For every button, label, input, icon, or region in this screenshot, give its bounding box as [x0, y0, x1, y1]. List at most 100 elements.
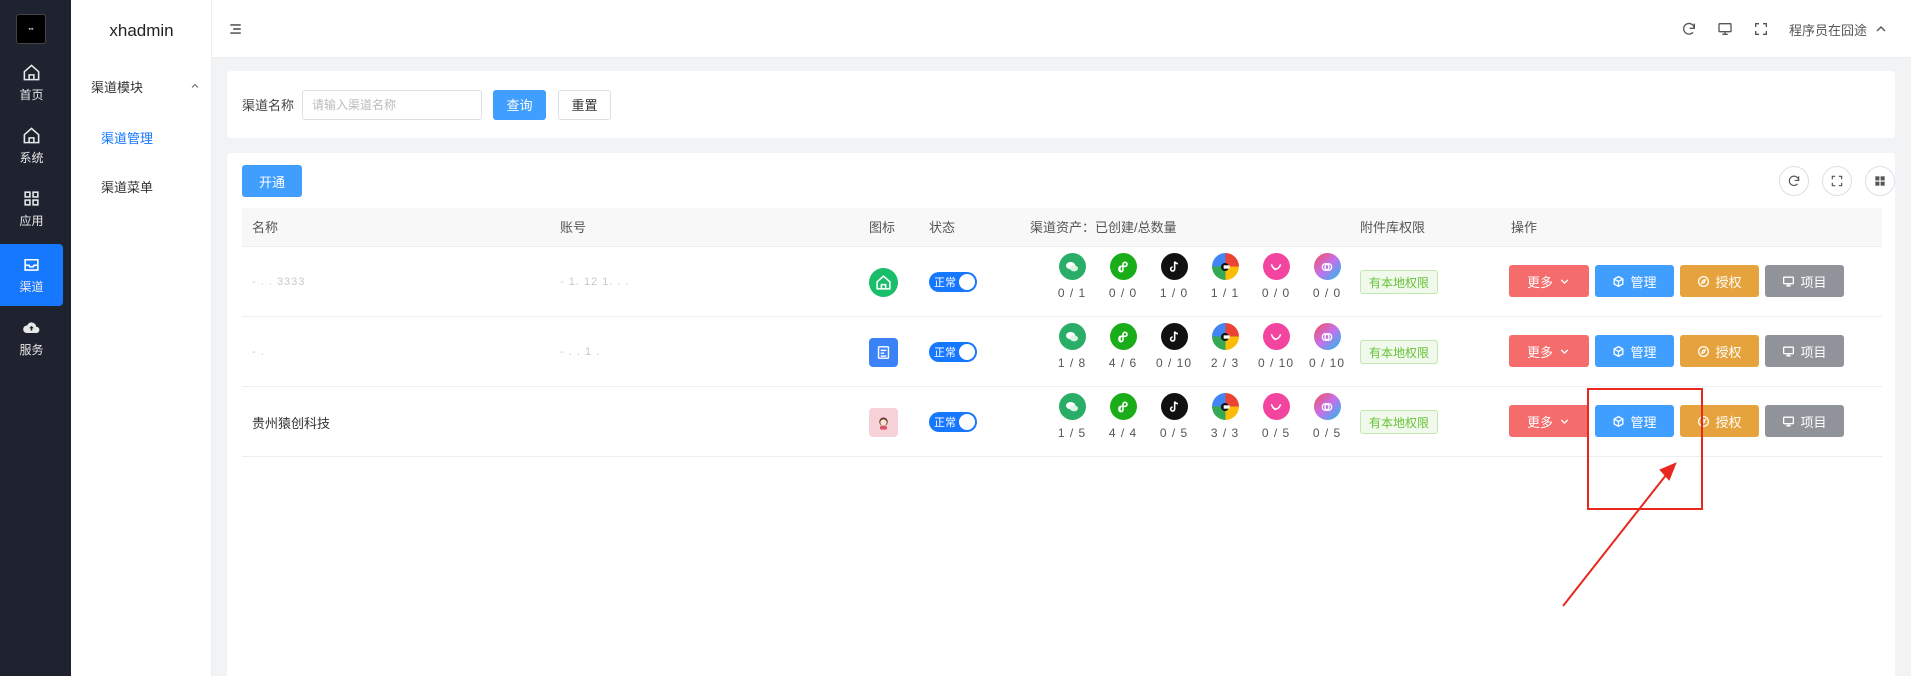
row-actions: 更多 管理 授权 项目	[1509, 335, 1844, 367]
row-icon	[869, 267, 898, 297]
cube-icon	[1614, 345, 1624, 357]
auth-button[interactable]: 授权	[1680, 335, 1759, 367]
table-row: 贵州猿创科技 正常 1 / 5 4 / 4 0 / 5 3 / 3 0 / 5 …	[242, 387, 1882, 457]
asset-h5: 0 / 0	[1259, 253, 1293, 313]
table-fullscreen-button[interactable]	[1822, 166, 1852, 196]
asset-wechat: 0 / 1	[1055, 253, 1089, 313]
left-rail: ▪▪ 首页 系统 应用 渠道 服务	[0, 0, 71, 676]
asset-count: 1 / 8	[1057, 356, 1087, 370]
row-icon	[869, 407, 898, 437]
h5-icon	[1262, 253, 1290, 280]
columns-icon	[1875, 176, 1885, 186]
submenu-item-channel-menu[interactable]: 渠道菜单	[101, 177, 153, 196]
status-switch[interactable]: 正常	[929, 272, 977, 292]
rail-item-system[interactable]: 系统	[0, 115, 63, 177]
query-button[interactable]: 查询	[493, 89, 547, 120]
auth-button[interactable]: 授权	[1680, 405, 1759, 437]
wechat-icon	[1058, 393, 1086, 420]
rail-item-service[interactable]: 服务	[0, 307, 63, 369]
asset-app: 2 / 3	[1208, 323, 1242, 383]
manage-button[interactable]: 管理	[1595, 265, 1674, 297]
h5-icon	[1262, 323, 1290, 350]
channel-name-input[interactable]	[302, 89, 483, 120]
menu-toggle-icon[interactable]	[228, 22, 243, 36]
asset-count: 1 / 5	[1057, 426, 1087, 440]
asset-list: 1 / 8 4 / 6 0 / 10 2 / 3 0 / 10 0 / 10	[1055, 323, 1344, 383]
refresh-icon	[1788, 175, 1800, 187]
asset-h5: 0 / 5	[1259, 393, 1293, 453]
project-button[interactable]: 项目	[1765, 405, 1844, 437]
house-icon	[876, 274, 891, 290]
more-button[interactable]: 更多	[1509, 265, 1589, 297]
table-refresh-button[interactable]	[1779, 166, 1809, 196]
user-menu[interactable]: 程序员在囧途	[1789, 20, 1889, 39]
column-name: 名称	[252, 220, 279, 235]
asset-count: 3 / 3	[1210, 426, 1240, 440]
table-row: - . - . . 1 . 正常 1 / 8 4 / 6 0 / 10 2 / …	[242, 317, 1882, 387]
asset-wechat: 1 / 5	[1055, 393, 1089, 453]
app-title: xhadmin	[109, 21, 174, 40]
home-outline-icon	[23, 127, 40, 144]
top-header: 程序员在囧途	[212, 0, 1911, 58]
auth-label: 授权	[1715, 344, 1742, 360]
project-button[interactable]: 项目	[1765, 335, 1844, 367]
avatar-icon	[879, 417, 888, 430]
asset-list: 0 / 1 0 / 0 1 / 0 1 / 1 0 / 0 0 / 0	[1055, 253, 1344, 313]
rail-item-apps[interactable]: 应用	[0, 178, 63, 240]
row-name: - .	[252, 346, 265, 358]
asset-count: 2 / 3	[1210, 356, 1240, 370]
sub-menu: xhadmin 渠道模块 渠道管理 渠道菜单	[71, 0, 212, 676]
asset-multi: 0 / 10	[1309, 323, 1344, 383]
column-ops: 操作	[1511, 220, 1538, 235]
table-row: - . . 3333 - 1. 12 1. . . 正常 0 / 1 0 / 0…	[242, 247, 1882, 317]
asset-multi: 0 / 0	[1310, 253, 1344, 313]
document-icon	[877, 345, 890, 359]
rail-item-channel[interactable]: 渠道	[0, 244, 63, 306]
multi-ring-icon	[1313, 253, 1341, 280]
asset-count: 1 / 0	[1159, 286, 1189, 300]
submenu-item-channel-manage[interactable]: 渠道管理	[101, 128, 153, 147]
row-name: 贵州猿创科技	[252, 415, 331, 431]
table-columns-button[interactable]	[1865, 166, 1895, 196]
open-channel-button[interactable]: 开通	[242, 165, 302, 197]
column-account: 账号	[560, 220, 587, 235]
manage-button[interactable]: 管理	[1595, 405, 1674, 437]
submenu-group-channel[interactable]: 渠道模块	[91, 74, 201, 98]
multi-ring-icon	[1313, 323, 1341, 350]
monitor-icon	[1783, 276, 1795, 286]
attach-tag: 有本地权限	[1360, 270, 1439, 294]
main-content: 渠道名称 查询 重置 开通 名称 账号 图标 状态 渠道资产：已创建/总数量 附…	[212, 58, 1911, 676]
submenu-group-label: 渠道模块	[91, 79, 144, 95]
column-assets: 渠道资产：已创建/总数量	[1030, 220, 1177, 235]
manage-label: 管理	[1630, 274, 1657, 290]
status-switch[interactable]: 正常	[929, 342, 977, 362]
asset-app: 1 / 1	[1208, 253, 1242, 313]
refresh-icon[interactable]	[1681, 21, 1697, 37]
asset-h5: 0 / 10	[1258, 323, 1293, 383]
chevron-up-icon	[1876, 26, 1886, 32]
status-switch[interactable]: 正常	[929, 412, 977, 432]
h5-icon	[1262, 393, 1290, 420]
app-logo[interactable]: ▪▪	[16, 14, 46, 44]
manage-button[interactable]: 管理	[1595, 335, 1674, 367]
auth-label: 授权	[1715, 414, 1742, 430]
project-button[interactable]: 项目	[1765, 265, 1844, 297]
more-button[interactable]: 更多	[1509, 335, 1589, 367]
colorful-app-icon	[1211, 253, 1239, 280]
fullscreen-icon[interactable]	[1753, 21, 1769, 37]
rail-item-home[interactable]: 首页	[0, 52, 63, 114]
auth-label: 授权	[1715, 274, 1742, 290]
more-button[interactable]: 更多	[1509, 405, 1589, 437]
monitor-icon[interactable]	[1717, 21, 1733, 37]
asset-multi: 0 / 5	[1310, 393, 1344, 453]
user-name: 程序员在囧途	[1788, 22, 1867, 38]
reset-button[interactable]: 重置	[558, 89, 612, 120]
auth-button[interactable]: 授权	[1680, 265, 1759, 297]
search-bar: 渠道名称 查询 重置	[227, 71, 1895, 138]
attach-tag: 有本地权限	[1360, 410, 1439, 434]
asset-wechat: 1 / 8	[1055, 323, 1089, 383]
rail-item-label: 首页	[19, 88, 44, 102]
asset-app: 3 / 3	[1208, 393, 1242, 453]
row-icon	[869, 337, 898, 367]
douyin-icon	[1160, 393, 1188, 420]
